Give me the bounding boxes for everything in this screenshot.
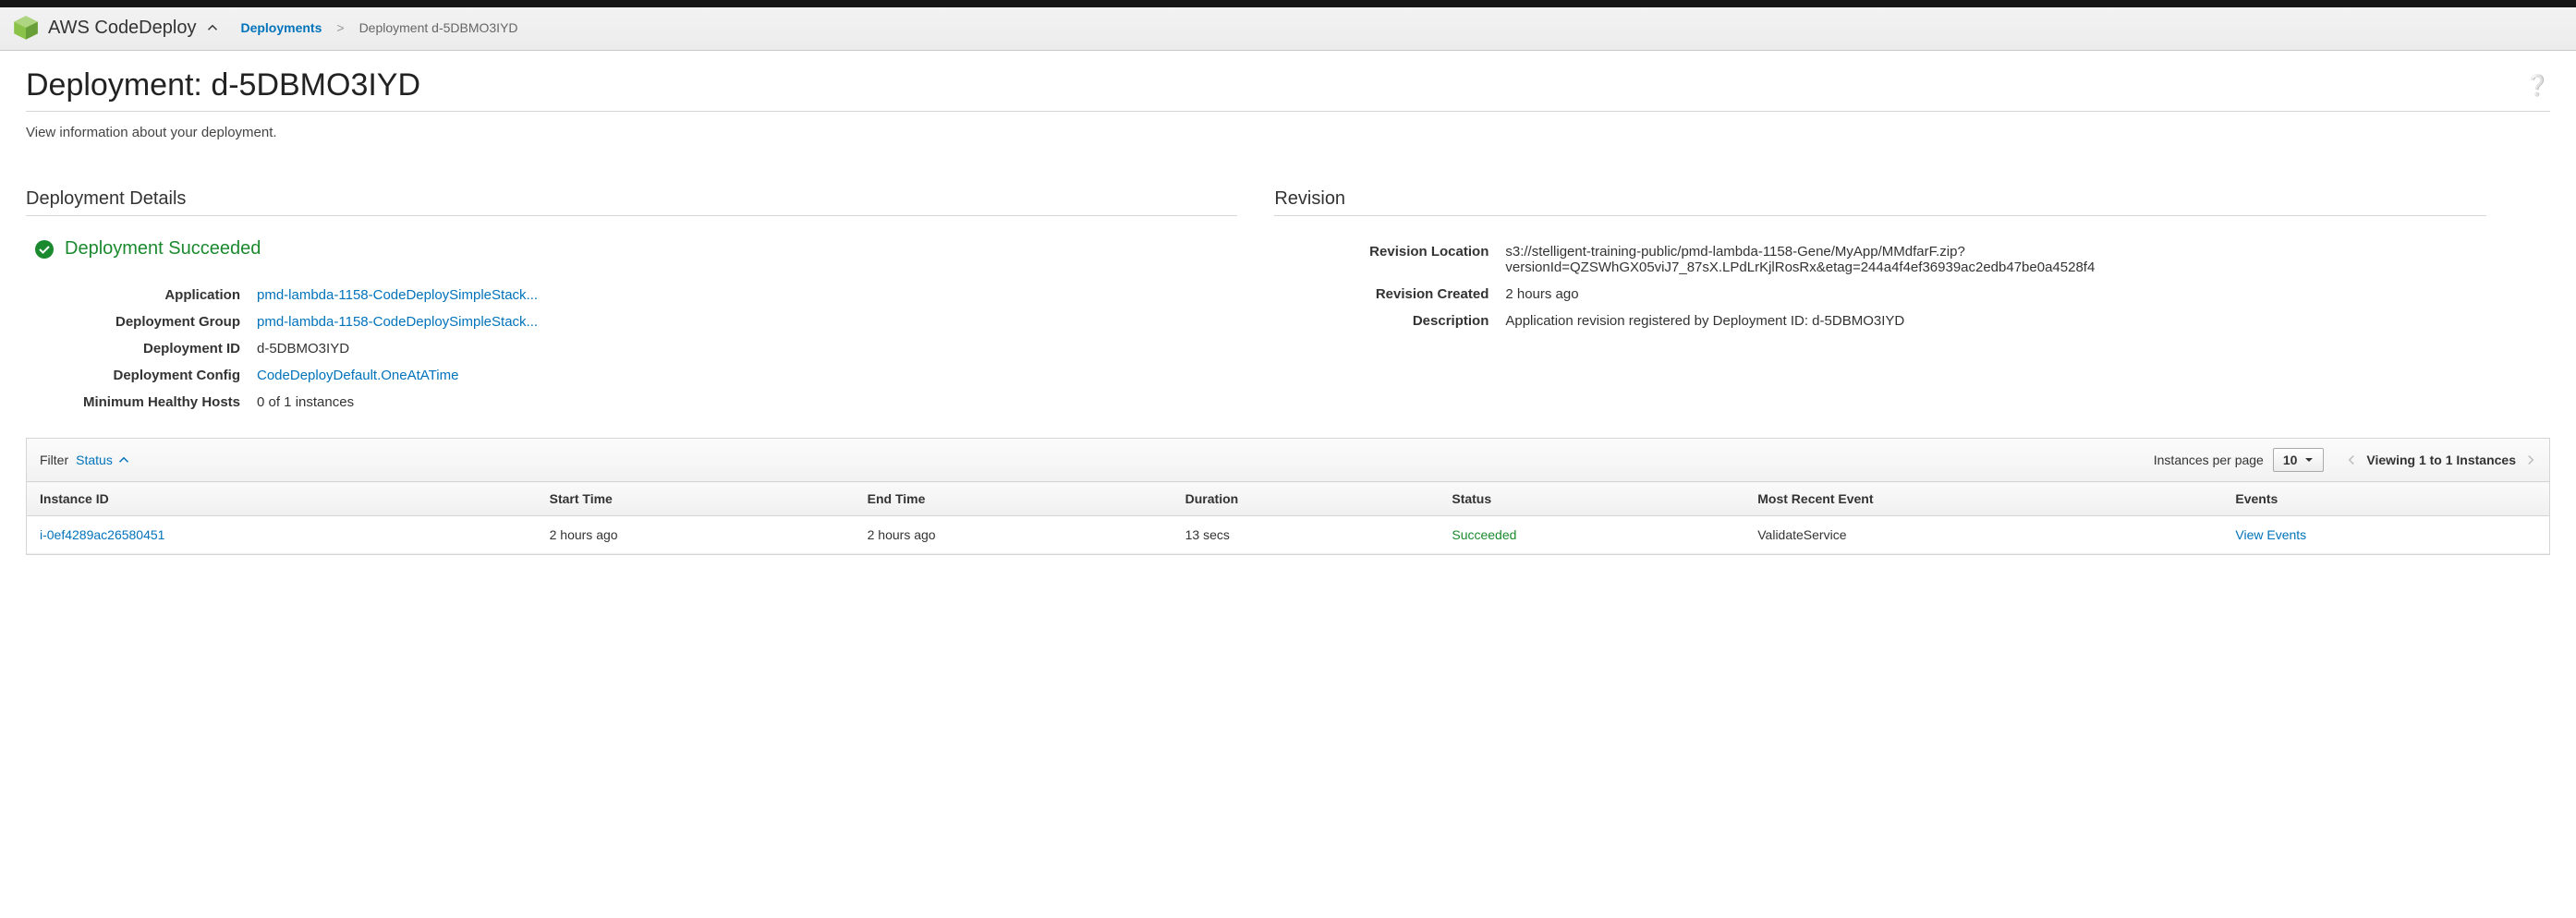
instances-per-page-select[interactable]: 10 [2273, 448, 2325, 472]
success-check-icon [35, 240, 54, 259]
table-row[interactable]: i-0ef4289ac26580451 2 hours ago 2 hours … [27, 516, 2549, 554]
pager-range-text: Viewing 1 to 1 Instances [2366, 453, 2516, 467]
value-revision-description: Application revision registered by Deplo… [1505, 313, 2485, 329]
label-application: Application [26, 287, 257, 303]
deployment-details-heading: Deployment Details [26, 188, 1237, 216]
cell-start-time: 2 hours ago [537, 516, 855, 554]
cell-status: Succeeded [1439, 516, 1744, 554]
label-revision-created: Revision Created [1274, 286, 1505, 302]
page-subtitle: View information about your deployment. [26, 125, 2550, 140]
page-title: Deployment: d-5DBMO3IYD [26, 67, 420, 103]
cell-duration: 13 secs [1173, 516, 1440, 554]
label-deployment-id: Deployment ID [26, 341, 257, 356]
breadcrumb-current: Deployment d-5DBMO3IYD [359, 20, 518, 35]
cell-most-recent-event: ValidateService [1744, 516, 2222, 554]
breadcrumb: Deployments > Deployment d-5DBMO3IYD [240, 20, 517, 35]
filter-status-dropdown[interactable]: Status [76, 453, 129, 467]
service-name[interactable]: AWS CodeDeploy [48, 18, 196, 39]
codedeploy-logo-icon [11, 13, 41, 42]
header-bar: AWS CodeDeploy Deployments > Deployment … [0, 7, 2576, 51]
chevron-up-icon[interactable] [207, 22, 218, 33]
cell-view-events-link[interactable]: View Events [2222, 516, 2549, 554]
col-instance-id[interactable]: Instance ID [27, 482, 537, 516]
col-most-recent-event[interactable]: Most Recent Event [1744, 482, 2222, 516]
value-min-healthy-hosts: 0 of 1 instances [257, 394, 1237, 410]
cell-instance-id-link[interactable]: i-0ef4289ac26580451 [27, 516, 537, 554]
instances-per-page-label: Instances per page [2154, 453, 2264, 467]
breadcrumb-deployments-link[interactable]: Deployments [240, 20, 322, 35]
label-revision-description: Description [1274, 313, 1505, 329]
value-revision-created: 2 hours ago [1505, 286, 2485, 302]
instances-table: Instance ID Start Time End Time Duration… [27, 481, 2549, 554]
revision-heading: Revision [1274, 188, 2485, 216]
caret-down-icon [2304, 453, 2314, 467]
pager-next-icon[interactable] [2525, 454, 2536, 465]
col-status[interactable]: Status [1439, 482, 1744, 516]
label-revision-location: Revision Location [1274, 244, 1505, 260]
cell-end-time: 2 hours ago [855, 516, 1173, 554]
value-deployment-group-link[interactable]: pmd-lambda-1158-CodeDeploySimpleStack... [257, 314, 1237, 330]
value-deployment-config-link[interactable]: CodeDeployDefault.OneAtATime [257, 368, 1237, 383]
pager-prev-icon[interactable] [2346, 454, 2357, 465]
instances-panel: Filter Status Instances per page 10 [26, 438, 2550, 555]
chevron-up-icon [118, 454, 129, 465]
label-min-healthy-hosts: Minimum Healthy Hosts [26, 394, 257, 410]
col-end-time[interactable]: End Time [855, 482, 1173, 516]
col-duration[interactable]: Duration [1173, 482, 1440, 516]
label-deployment-group: Deployment Group [26, 314, 257, 330]
value-revision-location: s3://stelligent-training-public/pmd-lamb… [1505, 244, 2485, 275]
label-deployment-config: Deployment Config [26, 368, 257, 383]
help-icon[interactable]: ❔ [2525, 74, 2550, 98]
breadcrumb-separator-icon: > [336, 20, 344, 35]
col-start-time[interactable]: Start Time [537, 482, 855, 516]
deployment-status-text: Deployment Succeeded [65, 238, 261, 260]
filter-status-text: Status [76, 453, 113, 467]
instances-per-page-value: 10 [2283, 453, 2298, 467]
value-application-link[interactable]: pmd-lambda-1158-CodeDeploySimpleStack... [257, 287, 1237, 303]
col-events[interactable]: Events [2222, 482, 2549, 516]
value-deployment-id: d-5DBMO3IYD [257, 341, 1237, 356]
filter-label: Filter [40, 453, 68, 467]
